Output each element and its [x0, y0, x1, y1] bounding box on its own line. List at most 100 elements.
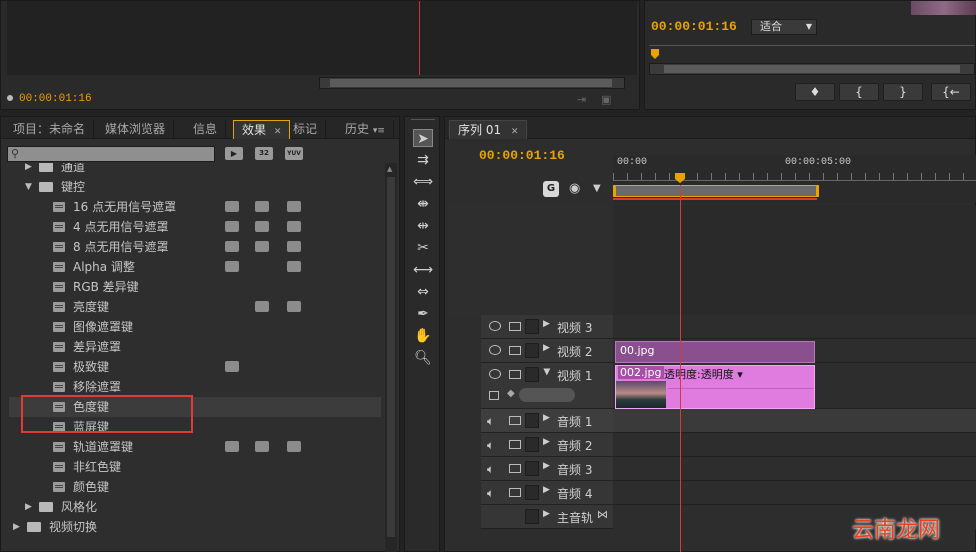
film-icon[interactable]	[509, 346, 521, 355]
tab-info[interactable]: 信息	[185, 120, 227, 139]
track-select-tool-icon[interactable]: ⇉	[413, 151, 433, 169]
tab-markers[interactable]: 标记	[285, 120, 327, 139]
effects-item[interactable]: 16 点无用信号遮罩	[9, 197, 381, 217]
rate-stretch-tool-icon[interactable]: ⇹	[413, 217, 433, 235]
keyframe-icon[interactable]: ◆	[507, 388, 515, 399]
effects-folder[interactable]: ▼ 键控	[9, 177, 381, 197]
expand-arrow-icon[interactable]: ▶	[543, 437, 550, 447]
effects-search-input[interactable]: ⚲	[7, 146, 215, 162]
track-lane-a1[interactable]	[613, 409, 976, 433]
track-header-v2[interactable]: ▶ 视频 2	[481, 339, 613, 363]
expand-arrow-icon[interactable]: ▶	[543, 413, 550, 423]
collapse-arrow-icon[interactable]: ▼	[25, 177, 32, 197]
speaker-icon[interactable]: 🔈︎	[487, 486, 494, 501]
track-lane-v1[interactable]: 002.jpg 透明度:透明度 ▾	[613, 363, 976, 409]
effects-folder[interactable]: ▶ 风格化	[9, 497, 381, 517]
razor-tool-icon[interactable]: ✂	[413, 239, 433, 257]
selection-tool-icon[interactable]: ➤	[413, 129, 433, 147]
track-header-a1[interactable]: 🔈︎ ▶ 音频 1	[481, 409, 613, 433]
track-lane-a2[interactable]	[613, 433, 976, 457]
effects-item[interactable]: 轨道遮罩键	[9, 437, 381, 457]
lock-toggle[interactable]	[525, 413, 539, 428]
rolling-edit-tool-icon[interactable]: ⇼	[413, 195, 433, 213]
sync-lock-icon[interactable]	[509, 488, 521, 497]
expand-arrow-icon[interactable]: ▶	[25, 163, 32, 177]
effects-item[interactable]: 移除遮罩	[9, 377, 381, 397]
effects-item[interactable]: 8 点无用信号遮罩	[9, 237, 381, 257]
lock-toggle[interactable]	[525, 509, 539, 524]
eye-icon[interactable]	[489, 321, 501, 331]
effects-item[interactable]: 颜色键	[9, 477, 381, 497]
lock-toggle[interactable]	[525, 367, 539, 382]
tab-effects[interactable]: 效果 ✕	[233, 120, 291, 139]
track-header-v3[interactable]: ▶ 视频 3	[481, 315, 613, 339]
accelerated-effects-icon[interactable]: ▶	[225, 147, 243, 160]
effects-item[interactable]: 4 点无用信号遮罩	[9, 217, 381, 237]
lock-toggle[interactable]	[525, 437, 539, 452]
clip-00jpg[interactable]: 00.jpg	[615, 341, 815, 363]
snap-icon[interactable]: G	[543, 181, 559, 197]
speaker-icon[interactable]: 🔈︎	[487, 438, 494, 453]
keyframe-nav[interactable]	[519, 388, 575, 402]
yuv-effects-button[interactable]: YUV	[285, 147, 303, 160]
timeline-ruler[interactable]: 00:00 00:00:05:00	[613, 155, 976, 203]
speaker-icon[interactable]: 🔈︎	[487, 462, 494, 477]
expand-arrow-icon[interactable]: ▶	[543, 461, 550, 471]
speaker-icon[interactable]: 🔈︎	[487, 414, 494, 429]
expand-arrow-icon[interactable]: ▶	[25, 497, 32, 517]
track-header-audio-1[interactable]: 🔈︎ ▶ 音频 4	[481, 481, 613, 505]
track-header-audio-2[interactable]: ▶ 主音轨 ⋈	[481, 505, 613, 529]
sync-lock-icon[interactable]	[509, 464, 521, 473]
work-area-bar[interactable]	[613, 185, 819, 197]
display-style-icon[interactable]	[489, 391, 499, 400]
tab-project[interactable]: 项目：未命名	[5, 120, 95, 139]
lock-toggle[interactable]	[525, 319, 539, 334]
opacity-effect-select[interactable]: 透明度:透明度 ▾	[664, 366, 743, 382]
collapse-arrow-icon[interactable]: ▶	[541, 369, 551, 376]
effects-item[interactable]: 极致键	[9, 357, 381, 377]
film-icon[interactable]	[509, 370, 521, 379]
mark-in-button[interactable]: {	[839, 83, 879, 101]
effects-item[interactable]: 图像遮罩键	[9, 317, 381, 337]
expand-arrow-icon[interactable]: ▶	[543, 509, 550, 519]
zoom-fit-select[interactable]: 适合 ▼	[751, 19, 817, 35]
effects-item[interactable]: Alpha 调整	[9, 257, 381, 277]
track-lane-v3[interactable]	[613, 315, 976, 339]
playhead-marker-icon[interactable]	[675, 173, 685, 183]
eye-icon[interactable]	[489, 345, 501, 355]
lock-toggle[interactable]	[525, 461, 539, 476]
expand-arrow-icon[interactable]: ▶	[543, 343, 550, 353]
tab-sequence[interactable]: 序列 01 ✕	[449, 120, 528, 139]
32bit-effects-button[interactable]: 32	[255, 147, 273, 160]
marker-icon[interactable]: ▼	[593, 183, 601, 194]
effects-item[interactable]: RGB 差异键	[9, 277, 381, 297]
effects-item[interactable]: 非红色键	[9, 457, 381, 477]
panel-menu-icon[interactable]: ▾≡	[373, 126, 385, 136]
zoom-tool-icon[interactable]: 🔍︎	[413, 349, 433, 367]
program-timecode[interactable]: 00:00:01:16	[651, 19, 737, 34]
close-icon[interactable]: ✕	[274, 127, 282, 137]
playhead-marker-icon[interactable]	[651, 49, 659, 59]
go-to-in-button[interactable]: {←	[931, 83, 971, 101]
film-icon[interactable]	[509, 322, 521, 331]
timeline-playhead[interactable]	[680, 185, 681, 552]
eye-icon[interactable]	[489, 369, 501, 379]
track-header-a3[interactable]: 🔈︎ ▶ 音频 3	[481, 457, 613, 481]
scroll-up-icon[interactable]: ▲	[387, 165, 392, 173]
ripple-edit-tool-icon[interactable]: ⟺	[413, 173, 433, 191]
effects-folder[interactable]: ▶ 通道	[9, 163, 381, 177]
source-timecode[interactable]: 00:00:01:16	[19, 93, 92, 105]
slip-tool-icon[interactable]: ⟷	[413, 261, 433, 279]
sync-lock-icon[interactable]	[509, 440, 521, 449]
track-lane-v2[interactable]: 00.jpg	[613, 339, 976, 363]
track-header-v1[interactable]: ▶ 视频 1 ◆	[481, 363, 613, 409]
expand-arrow-icon[interactable]: ▶	[543, 319, 550, 329]
effects-scrollbar[interactable]: ▲	[385, 163, 397, 552]
track-lane-a3[interactable]	[613, 457, 976, 481]
effects-folder[interactable]: ▶ 视频切换	[9, 517, 381, 537]
effects-item[interactable]: 差异遮罩	[9, 337, 381, 357]
expand-arrow-icon[interactable]: ▶	[543, 485, 550, 495]
hand-tool-icon[interactable]: ✋	[413, 327, 433, 345]
clip-002jpg[interactable]: 002.jpg 透明度:透明度 ▾	[615, 365, 815, 409]
slide-tool-icon[interactable]: ⇔	[413, 283, 433, 301]
